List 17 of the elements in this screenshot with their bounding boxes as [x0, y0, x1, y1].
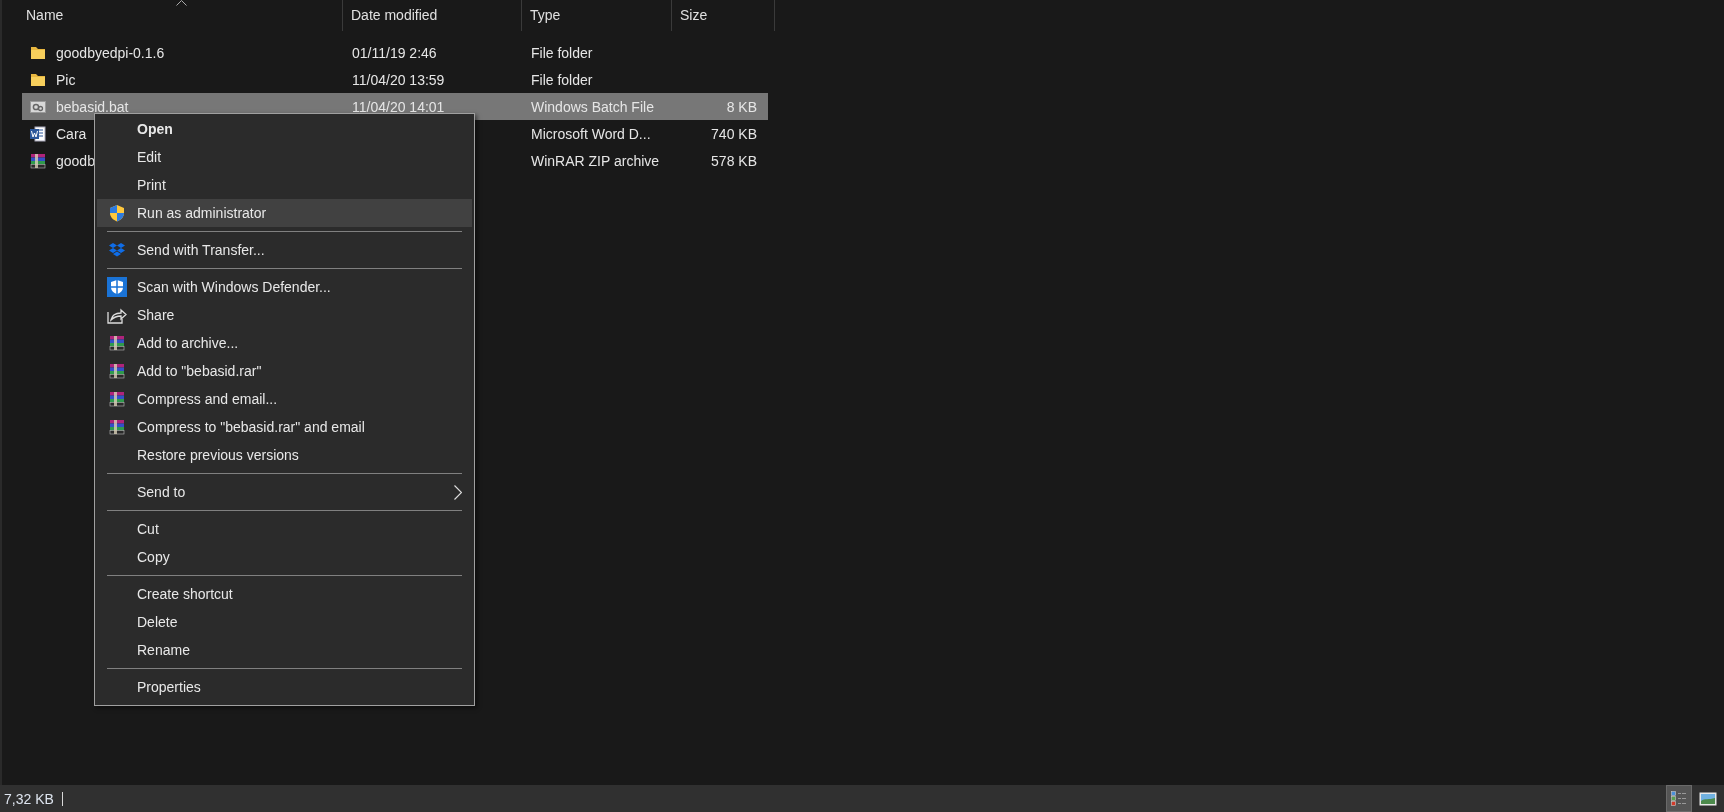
selection-size: 7,32 KB: [4, 790, 54, 807]
date-modified: 11/04/20 14:01: [352, 98, 445, 115]
file-size: 578 KB: [711, 152, 757, 169]
file-size: 8 KB: [726, 98, 757, 115]
file-type: Microsoft Word D...: [531, 125, 651, 142]
file-type: File folder: [531, 71, 593, 88]
file-type: File folder: [531, 44, 593, 61]
date-modified: 11/04/20 13:59: [352, 71, 445, 88]
file-name: Pic: [56, 71, 76, 88]
file-name: goodbyedpi-0.1.6: [56, 44, 165, 61]
date-modified: 01/11/19 2:46: [352, 44, 437, 61]
file-type: Windows Batch File: [531, 98, 654, 115]
file-name: bebasid.bat: [56, 98, 129, 115]
file-name: Cara: [56, 125, 87, 142]
file-size: 740 KB: [711, 125, 757, 142]
file-name: goodb: [56, 152, 95, 169]
file-type: WinRAR ZIP archive: [531, 152, 660, 169]
